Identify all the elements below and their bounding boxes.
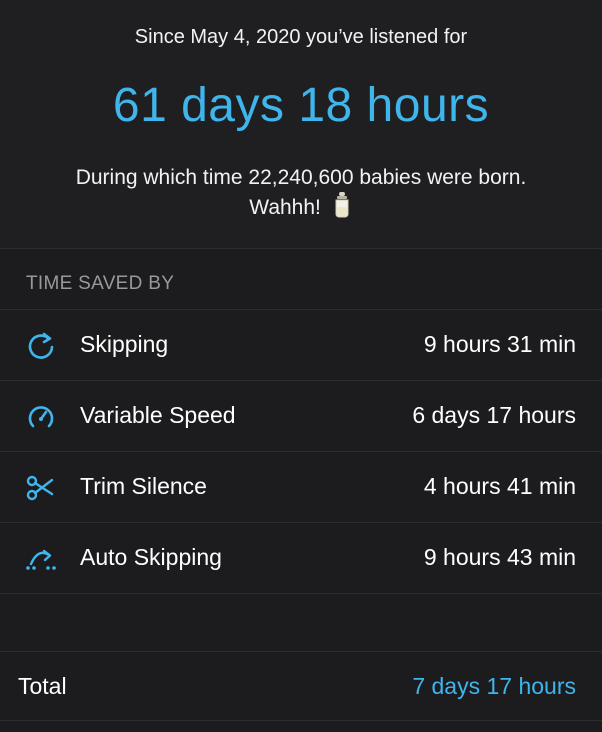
time-saved-header: TIME SAVED BY xyxy=(26,273,175,294)
time-saved-row-trim-silence[interactable]: Trim Silence 4 hours 41 min xyxy=(0,452,602,523)
babies-text-block: During which time 22,240,600 babies were… xyxy=(70,164,532,222)
row-value: 9 hours 43 min xyxy=(423,544,576,570)
total-label: Total xyxy=(18,673,67,699)
auto-skip-icon xyxy=(24,542,58,576)
listened-duration: 61 days 18 hours xyxy=(112,79,490,132)
time-saved-section: TIME SAVED BY Skipping 9 hours 31 min Va… xyxy=(0,248,602,732)
time-saved-row-skipping[interactable]: Skipping 9 hours 31 min xyxy=(0,310,602,381)
babies-text: During which time 22,240,600 babies were… xyxy=(75,166,527,219)
row-value: 6 days 17 hours xyxy=(412,402,576,428)
speedometer-icon xyxy=(24,400,58,434)
total-row: Total 7 days 17 hours xyxy=(0,651,602,721)
since-text: Since May 4, 2020 you’ve listened for xyxy=(134,26,468,48)
listening-summary: Since May 4, 2020 you’ve listened for 61… xyxy=(0,0,602,248)
row-label: Skipping xyxy=(80,331,169,357)
row-value: 9 hours 31 min xyxy=(423,331,576,357)
row-value: 4 hours 41 min xyxy=(423,473,576,499)
time-saved-row-auto-skipping[interactable]: Auto Skipping 9 hours 43 min xyxy=(0,523,602,594)
row-label: Trim Silence xyxy=(80,473,207,499)
skip-forward-icon xyxy=(24,329,58,363)
time-saved-row-variable-speed[interactable]: Variable Speed 6 days 17 hours xyxy=(0,381,602,452)
row-label: Auto Skipping xyxy=(80,544,222,570)
time-saved-list: Skipping 9 hours 31 min Variable Speed 6… xyxy=(0,309,602,594)
baby-bottle-icon xyxy=(331,192,353,218)
total-value: 7 days 17 hours xyxy=(412,673,576,699)
scissors-icon xyxy=(24,471,58,505)
row-label: Variable Speed xyxy=(80,402,236,428)
